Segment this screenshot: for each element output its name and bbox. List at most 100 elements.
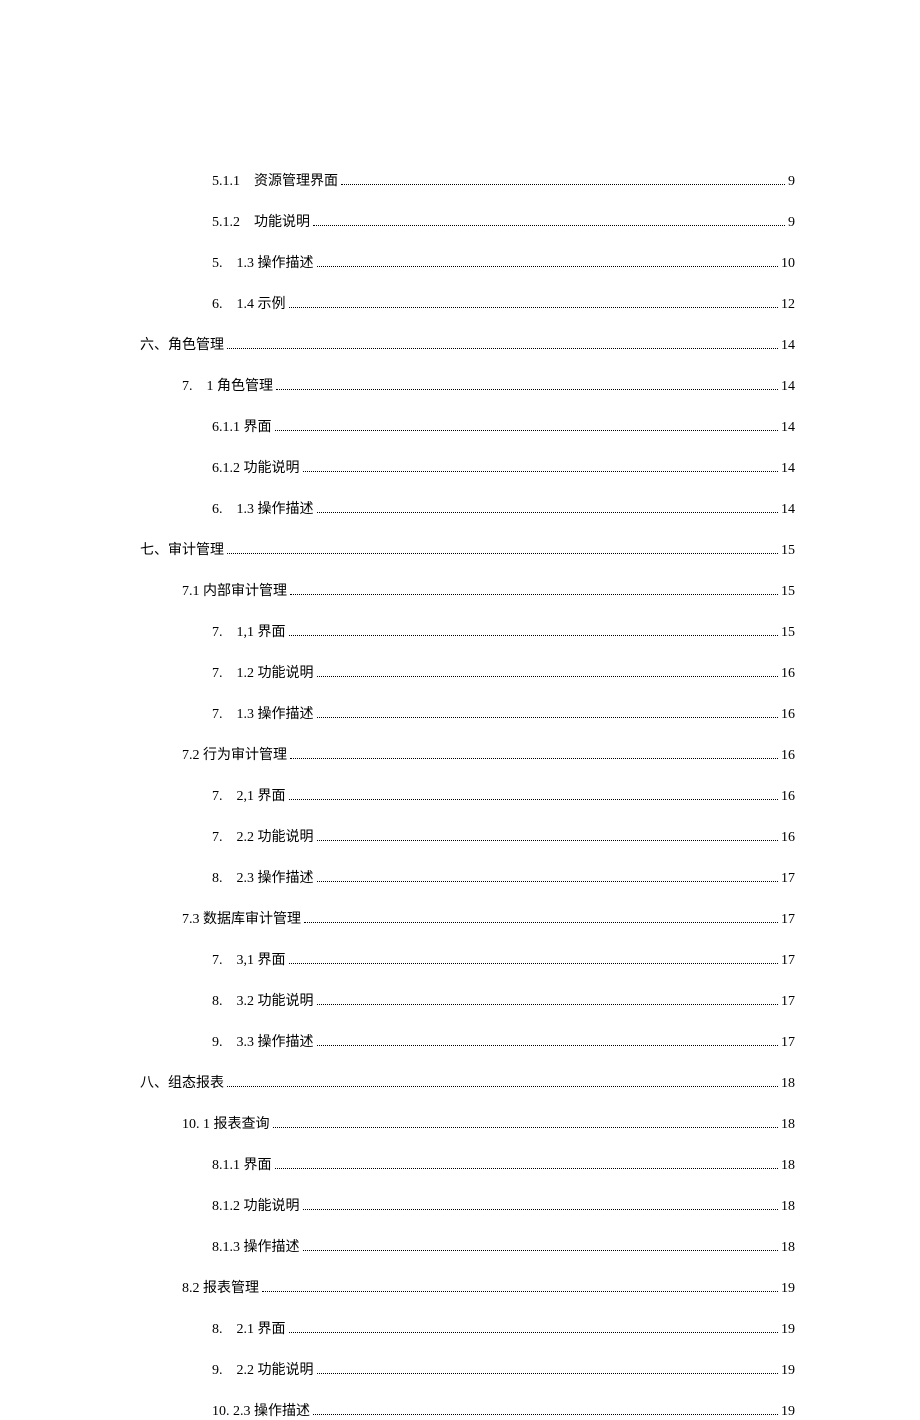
toc-entry[interactable]: 8.1.1 界面 18 (140, 1154, 795, 1174)
toc-label: 6.1.2 功能说明 (212, 457, 300, 477)
toc-page-number: 16 (781, 789, 795, 805)
toc-label: 6.1.1 界面 (212, 416, 272, 436)
toc-entry[interactable]: 7. 1,1 界面15 (140, 621, 795, 641)
toc-label: 8. 3.2 功能说明 (212, 990, 314, 1010)
toc-leader-dots (304, 922, 778, 923)
toc-leader-dots (290, 758, 778, 759)
toc-leader-dots (289, 635, 779, 636)
toc-entry[interactable]: 8.1.3 操作描述18 (140, 1236, 795, 1256)
toc-leader-dots (275, 430, 779, 431)
toc-leader-dots (289, 1332, 779, 1333)
toc-page-number: 10 (781, 256, 795, 272)
toc-label: 8.2 报表管理 (182, 1277, 259, 1297)
toc-entry[interactable]: 5.1.2 功能说明9 (140, 211, 795, 231)
toc-entry[interactable]: 6. 1.3 操作描述 14 (140, 498, 795, 518)
toc-entry[interactable]: 八、组态报表18 (140, 1072, 795, 1092)
toc-page-number: 17 (781, 912, 795, 928)
toc-entry[interactable]: 9. 3.3 操作描述17 (140, 1031, 795, 1051)
toc-leader-dots (289, 799, 779, 800)
toc-page-number: 9 (788, 215, 795, 231)
toc-page-number: 17 (781, 994, 795, 1010)
toc-label: 8. 2.3 操作描述 (212, 867, 314, 887)
toc-entry[interactable]: 6.1.1 界面 14 (140, 416, 795, 436)
toc-entry[interactable]: 6.1.2 功能说明 14 (140, 457, 795, 477)
toc-leader-dots (289, 307, 779, 308)
toc-page-number: 14 (781, 338, 795, 354)
toc-leader-dots (317, 1373, 779, 1374)
toc-leader-dots (262, 1291, 778, 1292)
toc-leader-dots (317, 266, 779, 267)
toc-label: 7. 1.2 功能说明 (212, 662, 314, 682)
toc-entry[interactable]: 5. 1.3 操作描述 10 (140, 252, 795, 272)
toc-entry[interactable]: 7. 1 角色管理 14 (140, 375, 795, 395)
toc-label: 六、角色管理 (140, 334, 224, 354)
toc-entry[interactable]: 7. 1.3 操作描述 16 (140, 703, 795, 723)
toc-entry[interactable]: 9. 2.2 功能说明19 (140, 1359, 795, 1379)
toc-label: 9. 3.3 操作描述 (212, 1031, 314, 1051)
toc-leader-dots (317, 512, 779, 513)
toc-page-number: 18 (781, 1240, 795, 1256)
toc-label: 7. 1 角色管理 (182, 375, 273, 395)
toc-page-number: 19 (781, 1363, 795, 1379)
toc-page-number: 16 (781, 707, 795, 723)
table-of-contents: 5.1.1 资源管理界面95.1.2 功能说明95. 1.3 操作描述106. … (140, 170, 795, 1420)
toc-label: 7. 1.3 操作描述 (212, 703, 314, 723)
toc-page-number: 17 (781, 953, 795, 969)
toc-page-number: 16 (781, 748, 795, 764)
toc-page-number: 18 (781, 1199, 795, 1215)
toc-entry[interactable]: 10. 2.3 操作描述19 (140, 1400, 795, 1420)
toc-entry[interactable]: 8.1.2 功能说明18 (140, 1195, 795, 1215)
toc-label: 7. 3,1 界面 (212, 949, 286, 969)
toc-entry[interactable]: 5.1.1 资源管理界面9 (140, 170, 795, 190)
toc-leader-dots (303, 1209, 779, 1210)
toc-label: 7.1 内部审计管理 (182, 580, 287, 600)
toc-label: 7. 2,1 界面 (212, 785, 286, 805)
toc-entry[interactable]: 7. 1.2 功能说明16 (140, 662, 795, 682)
toc-label: 6. 1.3 操作描述 (212, 498, 314, 518)
toc-page-number: 19 (781, 1281, 795, 1297)
toc-page-number: 15 (781, 584, 795, 600)
toc-page-number: 18 (781, 1117, 795, 1133)
toc-entry[interactable]: 7.3 数据库审计管理17 (140, 908, 795, 928)
toc-page-number: 18 (781, 1158, 795, 1174)
toc-entry[interactable]: 六、角色管理 14 (140, 334, 795, 354)
toc-leader-dots (275, 1168, 779, 1169)
toc-entry[interactable]: 7. 2,1 界面 16 (140, 785, 795, 805)
toc-page-number: 14 (781, 379, 795, 395)
toc-entry[interactable]: 6. 1.4 示例12 (140, 293, 795, 313)
toc-entry[interactable]: 8. 2.3 操作描述17 (140, 867, 795, 887)
toc-leader-dots (289, 963, 779, 964)
toc-page-number: 14 (781, 502, 795, 518)
toc-entry[interactable]: 7. 2.2 功能说明16 (140, 826, 795, 846)
toc-leader-dots (273, 1127, 779, 1128)
toc-leader-dots (227, 553, 778, 554)
toc-page-number: 12 (781, 297, 795, 313)
toc-label: 8.1.1 界面 (212, 1154, 272, 1174)
toc-leader-dots (317, 1045, 779, 1046)
toc-entry[interactable]: 8. 3.2 功能说明 17 (140, 990, 795, 1010)
toc-leader-dots (227, 1086, 778, 1087)
toc-leader-dots (341, 184, 785, 185)
toc-leader-dots (313, 1414, 778, 1415)
toc-entry[interactable]: 8. 2.1 界面19 (140, 1318, 795, 1338)
toc-page-number: 14 (781, 420, 795, 436)
toc-leader-dots (317, 1004, 779, 1005)
toc-leader-dots (276, 389, 778, 390)
toc-label: 7. 2.2 功能说明 (212, 826, 314, 846)
toc-entry[interactable]: 7.1 内部审计管理 15 (140, 580, 795, 600)
toc-entry[interactable]: 10. 1 报表查询 18 (140, 1113, 795, 1133)
toc-page-number: 14 (781, 461, 795, 477)
toc-label: 8. 2.1 界面 (212, 1318, 286, 1338)
toc-leader-dots (303, 1250, 779, 1251)
toc-entry[interactable]: 7. 3,1 界面 17 (140, 949, 795, 969)
toc-leader-dots (317, 717, 779, 718)
toc-label: 10. 1 报表查询 (182, 1113, 270, 1133)
toc-label: 八、组态报表 (140, 1072, 224, 1092)
toc-label: 5. 1.3 操作描述 (212, 252, 314, 272)
toc-label: 10. 2.3 操作描述 (212, 1400, 310, 1420)
toc-label: 5.1.1 资源管理界面 (212, 170, 338, 190)
toc-entry[interactable]: 8.2 报表管理 19 (140, 1277, 795, 1297)
toc-entry[interactable]: 七、审计管理15 (140, 539, 795, 559)
toc-entry[interactable]: 7.2 行为审计管理16 (140, 744, 795, 764)
toc-label: 七、审计管理 (140, 539, 224, 559)
